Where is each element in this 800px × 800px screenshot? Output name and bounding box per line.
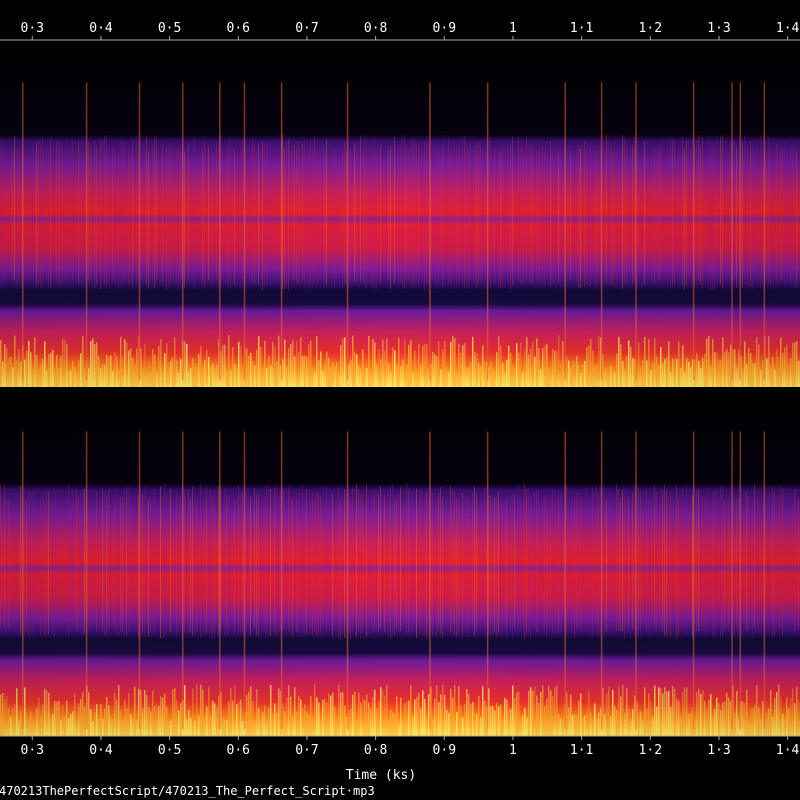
top-time-axis: 0·3 0·4 0·5 0·6 0·7 0·8 0·9 1 1·1 1·2 1·3 1·4: [0, 21, 800, 41]
top-tick-label: 1·3: [707, 21, 730, 36]
spectrogram-chart: 0·3 0·4 0·5 0·6 0·7 0·8 0·9 1 1·1 1·2 1·3 1·4 0·3 0·…: [0, 21, 800, 798]
channel-separator: [0, 388, 800, 390]
x-axis-title: Time (ks): [346, 768, 416, 783]
channel-2-spectrum: [0, 390, 800, 736]
bottom-tick-label: 0·6: [227, 743, 250, 758]
channel-1-spectrum: [0, 41, 800, 387]
bottom-tick-label: 0·7: [295, 743, 318, 758]
bottom-tick-label: 0·9: [433, 743, 456, 758]
top-tick-label: 1·4: [776, 21, 800, 36]
bottom-tick-label: 0·3: [21, 743, 44, 758]
top-tick-label: 0·7: [295, 21, 318, 36]
bottom-tick-label: 1: [509, 743, 517, 758]
bottom-tick-label: 1·4: [776, 743, 800, 758]
file-path-caption: 470213ThePerfectScript/470213_The_Perfec…: [0, 784, 375, 798]
spectrogram-window: 0·3 0·4 0·5 0·6 0·7 0·8 0·9 1 1·1 1·2 1·3 1·4 0·3 0·…: [0, 0, 800, 800]
bottom-tick-label: 1·3: [707, 743, 730, 758]
top-tick-label: 0·5: [158, 21, 181, 36]
top-tick-label: 0·4: [89, 21, 113, 36]
top-tick-label: 1·1: [570, 21, 593, 36]
top-tick-label: 1: [509, 21, 517, 36]
top-tick-label: 1·2: [639, 21, 662, 36]
top-tick-label: 0·6: [227, 21, 250, 36]
bottom-time-axis: 0·3 0·4 0·5 0·6 0·7 0·8 0·9 1 1·1 1·2 1·3 1·4: [0, 735, 800, 758]
bottom-tick-label: 0·5: [158, 743, 181, 758]
bottom-tick-label: 0·4: [89, 743, 113, 758]
bottom-tick-label: 0·8: [364, 743, 387, 758]
top-tick-label: 0·8: [364, 21, 387, 36]
top-tick-label: 0·9: [433, 21, 456, 36]
bottom-tick-label: 1·2: [639, 743, 662, 758]
top-tick-label: 0·3: [21, 21, 44, 36]
bottom-tick-label: 1·1: [570, 743, 593, 758]
